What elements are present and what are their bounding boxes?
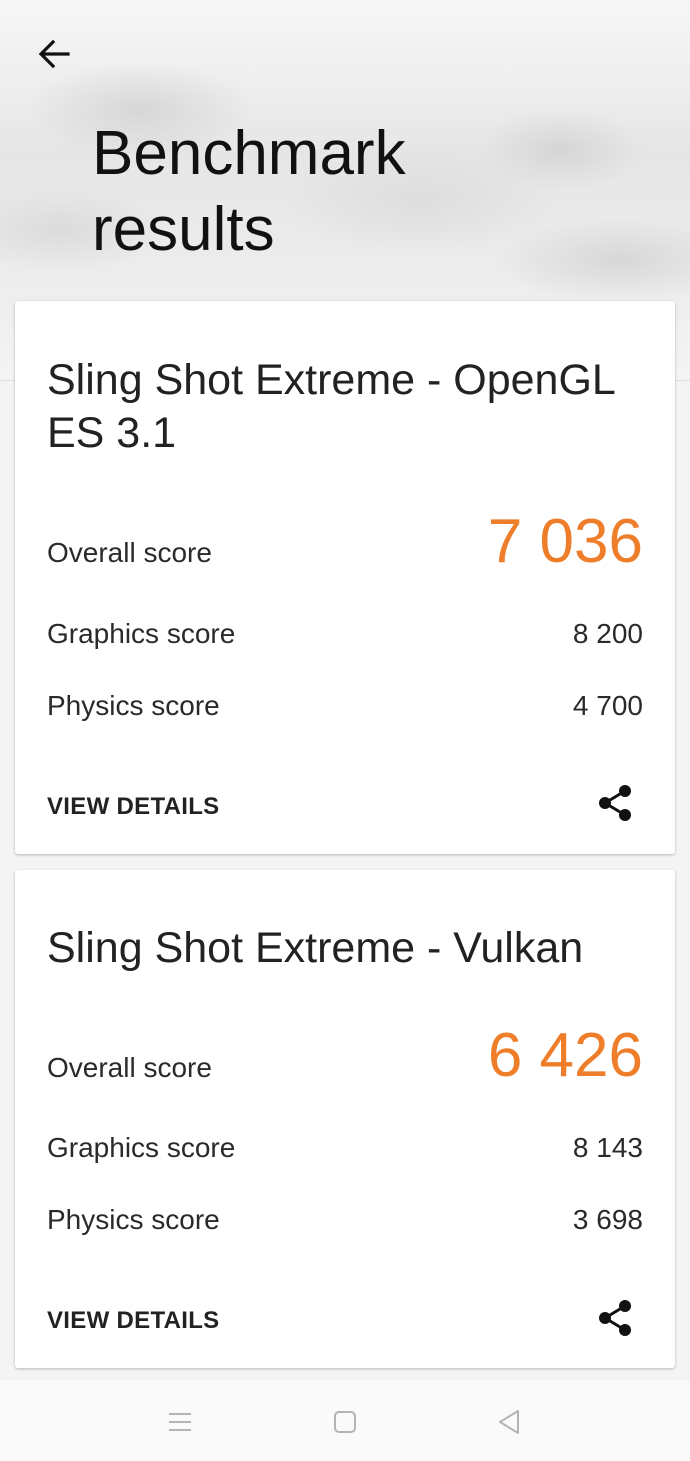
back-nav-button[interactable] — [489, 1402, 529, 1442]
overall-score-value: 7 036 — [487, 507, 643, 576]
share-button[interactable] — [593, 781, 637, 825]
overall-score-label: Overall score — [47, 1052, 212, 1083]
recents-button[interactable] — [160, 1402, 200, 1442]
physics-score-label: Physics score — [47, 1204, 220, 1235]
share-button[interactable] — [593, 1296, 637, 1340]
overall-score-value: 6 426 — [487, 1021, 643, 1090]
view-details-button[interactable]: VIEW DETAILS — [47, 793, 220, 821]
view-details-button[interactable]: VIEW DETAILS — [47, 1307, 220, 1335]
physics-score-value: 3 698 — [572, 1204, 643, 1235]
result-card-vulkan: Sling Shot Extreme - Vulkan Overall scor… — [15, 870, 675, 1368]
menu-icon — [169, 1413, 191, 1431]
arrow-left-icon — [38, 39, 70, 69]
share-icon — [599, 785, 631, 821]
graphics-score-label: Graphics score — [47, 618, 236, 649]
system-navigation-bar — [0, 1380, 690, 1461]
home-button[interactable] — [325, 1402, 365, 1442]
test-title: Sling Shot Extreme - OpenGL ES 3.1 — [47, 356, 615, 457]
physics-score-value: 4 700 — [572, 690, 643, 721]
page-title: Benchmark results — [92, 119, 406, 264]
back-triangle-icon — [499, 1410, 519, 1434]
overall-score-label: Overall score — [47, 537, 212, 568]
graphics-score-value: 8 200 — [572, 618, 643, 649]
result-card-opengl: Sling Shot Extreme - OpenGL ES 3.1 Overa… — [15, 301, 675, 854]
share-icon — [599, 1300, 631, 1336]
test-title: Sling Shot Extreme - Vulkan — [47, 924, 584, 972]
home-icon — [334, 1411, 356, 1433]
physics-score-label: Physics score — [47, 690, 220, 721]
graphics-score-label: Graphics score — [47, 1132, 236, 1163]
back-button[interactable] — [30, 30, 78, 78]
graphics-score-value: 8 143 — [572, 1132, 643, 1163]
